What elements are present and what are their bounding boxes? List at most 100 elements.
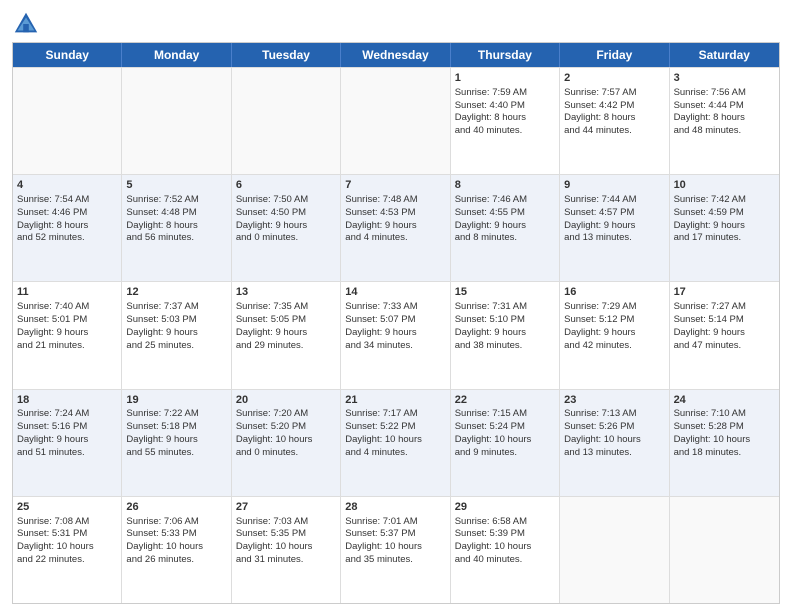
day-info: Sunrise: 7:54 AM Sunset: 4:46 PM Dayligh… bbox=[17, 194, 89, 243]
day-number: 27 bbox=[236, 500, 336, 515]
cal-cell-28: 25Sunrise: 7:08 AM Sunset: 5:31 PM Dayli… bbox=[13, 497, 122, 603]
cal-cell-34 bbox=[670, 497, 779, 603]
calendar-week-3: 11Sunrise: 7:40 AM Sunset: 5:01 PM Dayli… bbox=[13, 281, 779, 388]
cal-cell-16: 13Sunrise: 7:35 AM Sunset: 5:05 PM Dayli… bbox=[232, 282, 341, 388]
day-number: 16 bbox=[564, 285, 664, 300]
day-info: Sunrise: 7:59 AM Sunset: 4:40 PM Dayligh… bbox=[455, 87, 527, 136]
cal-cell-22: 19Sunrise: 7:22 AM Sunset: 5:18 PM Dayli… bbox=[122, 390, 231, 496]
day-info: Sunrise: 7:46 AM Sunset: 4:55 PM Dayligh… bbox=[455, 194, 527, 243]
cal-cell-17: 14Sunrise: 7:33 AM Sunset: 5:07 PM Dayli… bbox=[341, 282, 450, 388]
cal-header-thursday: Thursday bbox=[451, 43, 560, 67]
day-info: Sunrise: 6:58 AM Sunset: 5:39 PM Dayligh… bbox=[455, 516, 532, 565]
day-number: 2 bbox=[564, 71, 664, 86]
cal-cell-23: 20Sunrise: 7:20 AM Sunset: 5:20 PM Dayli… bbox=[232, 390, 341, 496]
calendar: SundayMondayTuesdayWednesdayThursdayFrid… bbox=[12, 42, 780, 604]
day-info: Sunrise: 7:56 AM Sunset: 4:44 PM Dayligh… bbox=[674, 87, 746, 136]
day-info: Sunrise: 7:37 AM Sunset: 5:03 PM Dayligh… bbox=[126, 301, 198, 350]
day-number: 22 bbox=[455, 393, 555, 408]
cal-cell-19: 16Sunrise: 7:29 AM Sunset: 5:12 PM Dayli… bbox=[560, 282, 669, 388]
day-number: 10 bbox=[674, 178, 775, 193]
cal-cell-11: 8Sunrise: 7:46 AM Sunset: 4:55 PM Daylig… bbox=[451, 175, 560, 281]
calendar-week-5: 25Sunrise: 7:08 AM Sunset: 5:31 PM Dayli… bbox=[13, 496, 779, 603]
day-number: 15 bbox=[455, 285, 555, 300]
day-info: Sunrise: 7:40 AM Sunset: 5:01 PM Dayligh… bbox=[17, 301, 89, 350]
cal-cell-3 bbox=[341, 68, 450, 174]
day-number: 8 bbox=[455, 178, 555, 193]
cal-cell-26: 23Sunrise: 7:13 AM Sunset: 5:26 PM Dayli… bbox=[560, 390, 669, 496]
cal-cell-4: 1Sunrise: 7:59 AM Sunset: 4:40 PM Daylig… bbox=[451, 68, 560, 174]
cal-cell-29: 26Sunrise: 7:06 AM Sunset: 5:33 PM Dayli… bbox=[122, 497, 231, 603]
day-number: 1 bbox=[455, 71, 555, 86]
day-info: Sunrise: 7:06 AM Sunset: 5:33 PM Dayligh… bbox=[126, 516, 203, 565]
cal-cell-9: 6Sunrise: 7:50 AM Sunset: 4:50 PM Daylig… bbox=[232, 175, 341, 281]
day-number: 11 bbox=[17, 285, 117, 300]
header bbox=[12, 10, 780, 38]
day-info: Sunrise: 7:10 AM Sunset: 5:28 PM Dayligh… bbox=[674, 408, 751, 457]
cal-cell-2 bbox=[232, 68, 341, 174]
cal-header-saturday: Saturday bbox=[670, 43, 779, 67]
cal-cell-18: 15Sunrise: 7:31 AM Sunset: 5:10 PM Dayli… bbox=[451, 282, 560, 388]
cal-cell-1 bbox=[122, 68, 231, 174]
day-info: Sunrise: 7:20 AM Sunset: 5:20 PM Dayligh… bbox=[236, 408, 313, 457]
page: SundayMondayTuesdayWednesdayThursdayFrid… bbox=[0, 0, 792, 612]
day-info: Sunrise: 7:17 AM Sunset: 5:22 PM Dayligh… bbox=[345, 408, 422, 457]
cal-cell-24: 21Sunrise: 7:17 AM Sunset: 5:22 PM Dayli… bbox=[341, 390, 450, 496]
day-info: Sunrise: 7:22 AM Sunset: 5:18 PM Dayligh… bbox=[126, 408, 198, 457]
day-info: Sunrise: 7:35 AM Sunset: 5:05 PM Dayligh… bbox=[236, 301, 308, 350]
day-number: 26 bbox=[126, 500, 226, 515]
day-number: 25 bbox=[17, 500, 117, 515]
calendar-week-1: 1Sunrise: 7:59 AM Sunset: 4:40 PM Daylig… bbox=[13, 67, 779, 174]
day-number: 7 bbox=[345, 178, 445, 193]
cal-header-tuesday: Tuesday bbox=[232, 43, 341, 67]
cal-cell-27: 24Sunrise: 7:10 AM Sunset: 5:28 PM Dayli… bbox=[670, 390, 779, 496]
cal-header-sunday: Sunday bbox=[13, 43, 122, 67]
day-info: Sunrise: 7:52 AM Sunset: 4:48 PM Dayligh… bbox=[126, 194, 198, 243]
day-info: Sunrise: 7:57 AM Sunset: 4:42 PM Dayligh… bbox=[564, 87, 636, 136]
day-number: 14 bbox=[345, 285, 445, 300]
calendar-week-2: 4Sunrise: 7:54 AM Sunset: 4:46 PM Daylig… bbox=[13, 174, 779, 281]
day-number: 4 bbox=[17, 178, 117, 193]
calendar-header-row: SundayMondayTuesdayWednesdayThursdayFrid… bbox=[13, 43, 779, 67]
cal-cell-10: 7Sunrise: 7:48 AM Sunset: 4:53 PM Daylig… bbox=[341, 175, 450, 281]
day-info: Sunrise: 7:42 AM Sunset: 4:59 PM Dayligh… bbox=[674, 194, 746, 243]
day-info: Sunrise: 7:08 AM Sunset: 5:31 PM Dayligh… bbox=[17, 516, 94, 565]
day-number: 19 bbox=[126, 393, 226, 408]
day-info: Sunrise: 7:15 AM Sunset: 5:24 PM Dayligh… bbox=[455, 408, 532, 457]
calendar-week-4: 18Sunrise: 7:24 AM Sunset: 5:16 PM Dayli… bbox=[13, 389, 779, 496]
day-number: 3 bbox=[674, 71, 775, 86]
day-number: 29 bbox=[455, 500, 555, 515]
cal-header-monday: Monday bbox=[122, 43, 231, 67]
day-number: 6 bbox=[236, 178, 336, 193]
day-info: Sunrise: 7:33 AM Sunset: 5:07 PM Dayligh… bbox=[345, 301, 417, 350]
day-info: Sunrise: 7:44 AM Sunset: 4:57 PM Dayligh… bbox=[564, 194, 636, 243]
cal-header-wednesday: Wednesday bbox=[341, 43, 450, 67]
logo-icon bbox=[12, 10, 40, 38]
day-info: Sunrise: 7:29 AM Sunset: 5:12 PM Dayligh… bbox=[564, 301, 636, 350]
cal-cell-25: 22Sunrise: 7:15 AM Sunset: 5:24 PM Dayli… bbox=[451, 390, 560, 496]
day-info: Sunrise: 7:24 AM Sunset: 5:16 PM Dayligh… bbox=[17, 408, 89, 457]
cal-header-friday: Friday bbox=[560, 43, 669, 67]
day-number: 20 bbox=[236, 393, 336, 408]
cal-cell-5: 2Sunrise: 7:57 AM Sunset: 4:42 PM Daylig… bbox=[560, 68, 669, 174]
day-number: 24 bbox=[674, 393, 775, 408]
cal-cell-8: 5Sunrise: 7:52 AM Sunset: 4:48 PM Daylig… bbox=[122, 175, 231, 281]
cal-cell-15: 12Sunrise: 7:37 AM Sunset: 5:03 PM Dayli… bbox=[122, 282, 231, 388]
day-info: Sunrise: 7:27 AM Sunset: 5:14 PM Dayligh… bbox=[674, 301, 746, 350]
day-number: 23 bbox=[564, 393, 664, 408]
logo bbox=[12, 10, 44, 38]
day-info: Sunrise: 7:31 AM Sunset: 5:10 PM Dayligh… bbox=[455, 301, 527, 350]
day-number: 17 bbox=[674, 285, 775, 300]
cal-cell-14: 11Sunrise: 7:40 AM Sunset: 5:01 PM Dayli… bbox=[13, 282, 122, 388]
day-number: 5 bbox=[126, 178, 226, 193]
day-number: 9 bbox=[564, 178, 664, 193]
day-number: 21 bbox=[345, 393, 445, 408]
day-number: 18 bbox=[17, 393, 117, 408]
cal-cell-32: 29Sunrise: 6:58 AM Sunset: 5:39 PM Dayli… bbox=[451, 497, 560, 603]
cal-cell-33 bbox=[560, 497, 669, 603]
cal-cell-13: 10Sunrise: 7:42 AM Sunset: 4:59 PM Dayli… bbox=[670, 175, 779, 281]
cal-cell-0 bbox=[13, 68, 122, 174]
day-number: 28 bbox=[345, 500, 445, 515]
day-info: Sunrise: 7:50 AM Sunset: 4:50 PM Dayligh… bbox=[236, 194, 308, 243]
cal-cell-6: 3Sunrise: 7:56 AM Sunset: 4:44 PM Daylig… bbox=[670, 68, 779, 174]
day-info: Sunrise: 7:01 AM Sunset: 5:37 PM Dayligh… bbox=[345, 516, 422, 565]
